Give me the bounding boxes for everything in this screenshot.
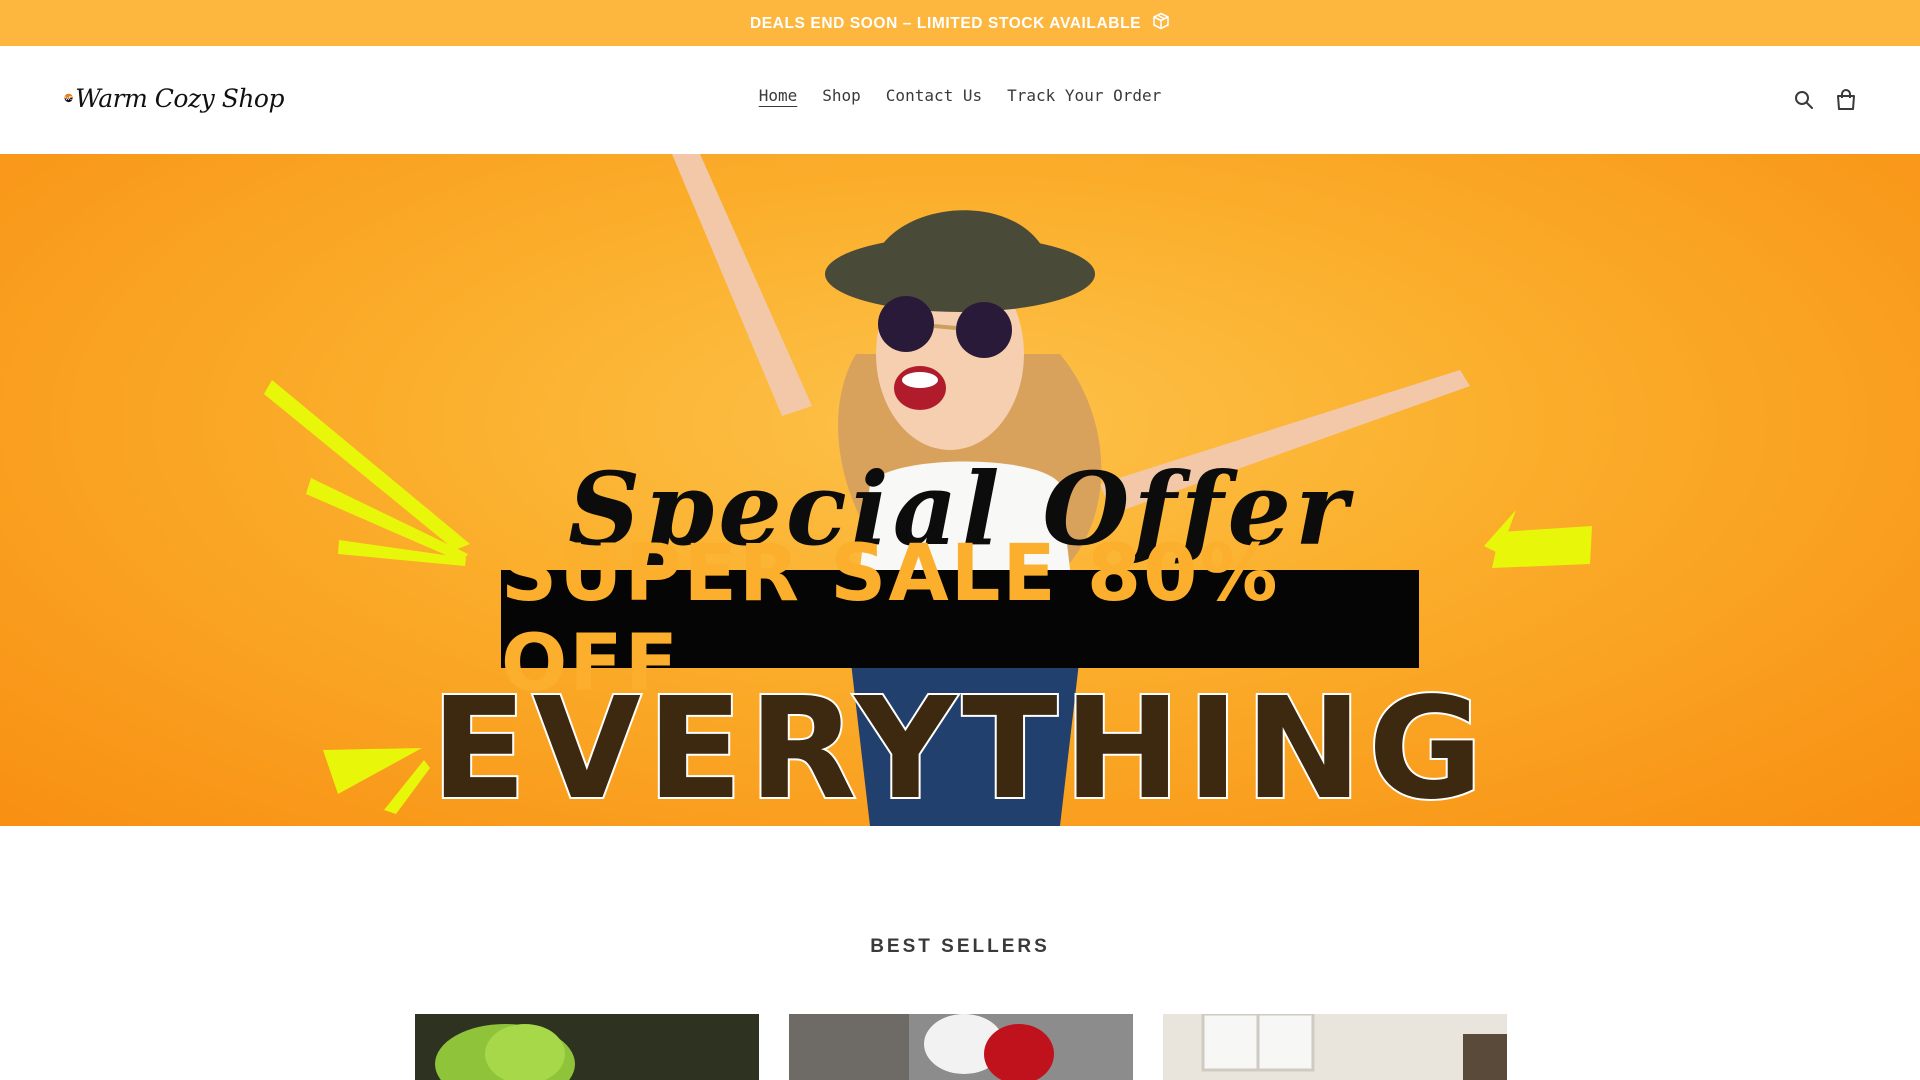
nav-track-your-order[interactable]: Track Your Order: [1007, 86, 1161, 105]
product-image-3: [1163, 1014, 1507, 1080]
header-icons: [1792, 88, 1858, 112]
nav-contact-us[interactable]: Contact Us: [886, 86, 982, 105]
package-icon: [1152, 12, 1170, 35]
product-image-2: [789, 1014, 1133, 1080]
sale-banner: SUPER SALE 80% OFF: [501, 529, 1419, 709]
announcement-bar: DEALS END SOON – LIMITED STOCK AVAILABLE: [0, 0, 1920, 46]
everything-text: EVERYTHING: [429, 666, 1489, 826]
main-nav: Home Shop Contact Us Track Your Order: [0, 86, 1920, 105]
product-card-3[interactable]: [1163, 1014, 1507, 1080]
nav-shop[interactable]: Shop: [822, 86, 861, 105]
nav-home[interactable]: Home: [759, 86, 798, 105]
hero-banner[interactable]: Special Offer SUPER SALE 80% OFF EVERYTH…: [0, 154, 1920, 826]
announcement-text: DEALS END SOON – LIMITED STOCK AVAILABLE: [750, 12, 1170, 35]
cart-icon[interactable]: [1834, 88, 1858, 112]
product-image-1: [415, 1014, 759, 1080]
site-header: Warm Cozy Shop Home Shop Contact Us Trac…: [0, 46, 1920, 154]
search-icon[interactable]: [1792, 88, 1816, 112]
best-sellers-title: BEST SELLERS: [870, 936, 1050, 957]
product-card-1[interactable]: [415, 1014, 759, 1080]
product-grid: [415, 1014, 1507, 1080]
product-card-2[interactable]: [789, 1014, 1133, 1080]
